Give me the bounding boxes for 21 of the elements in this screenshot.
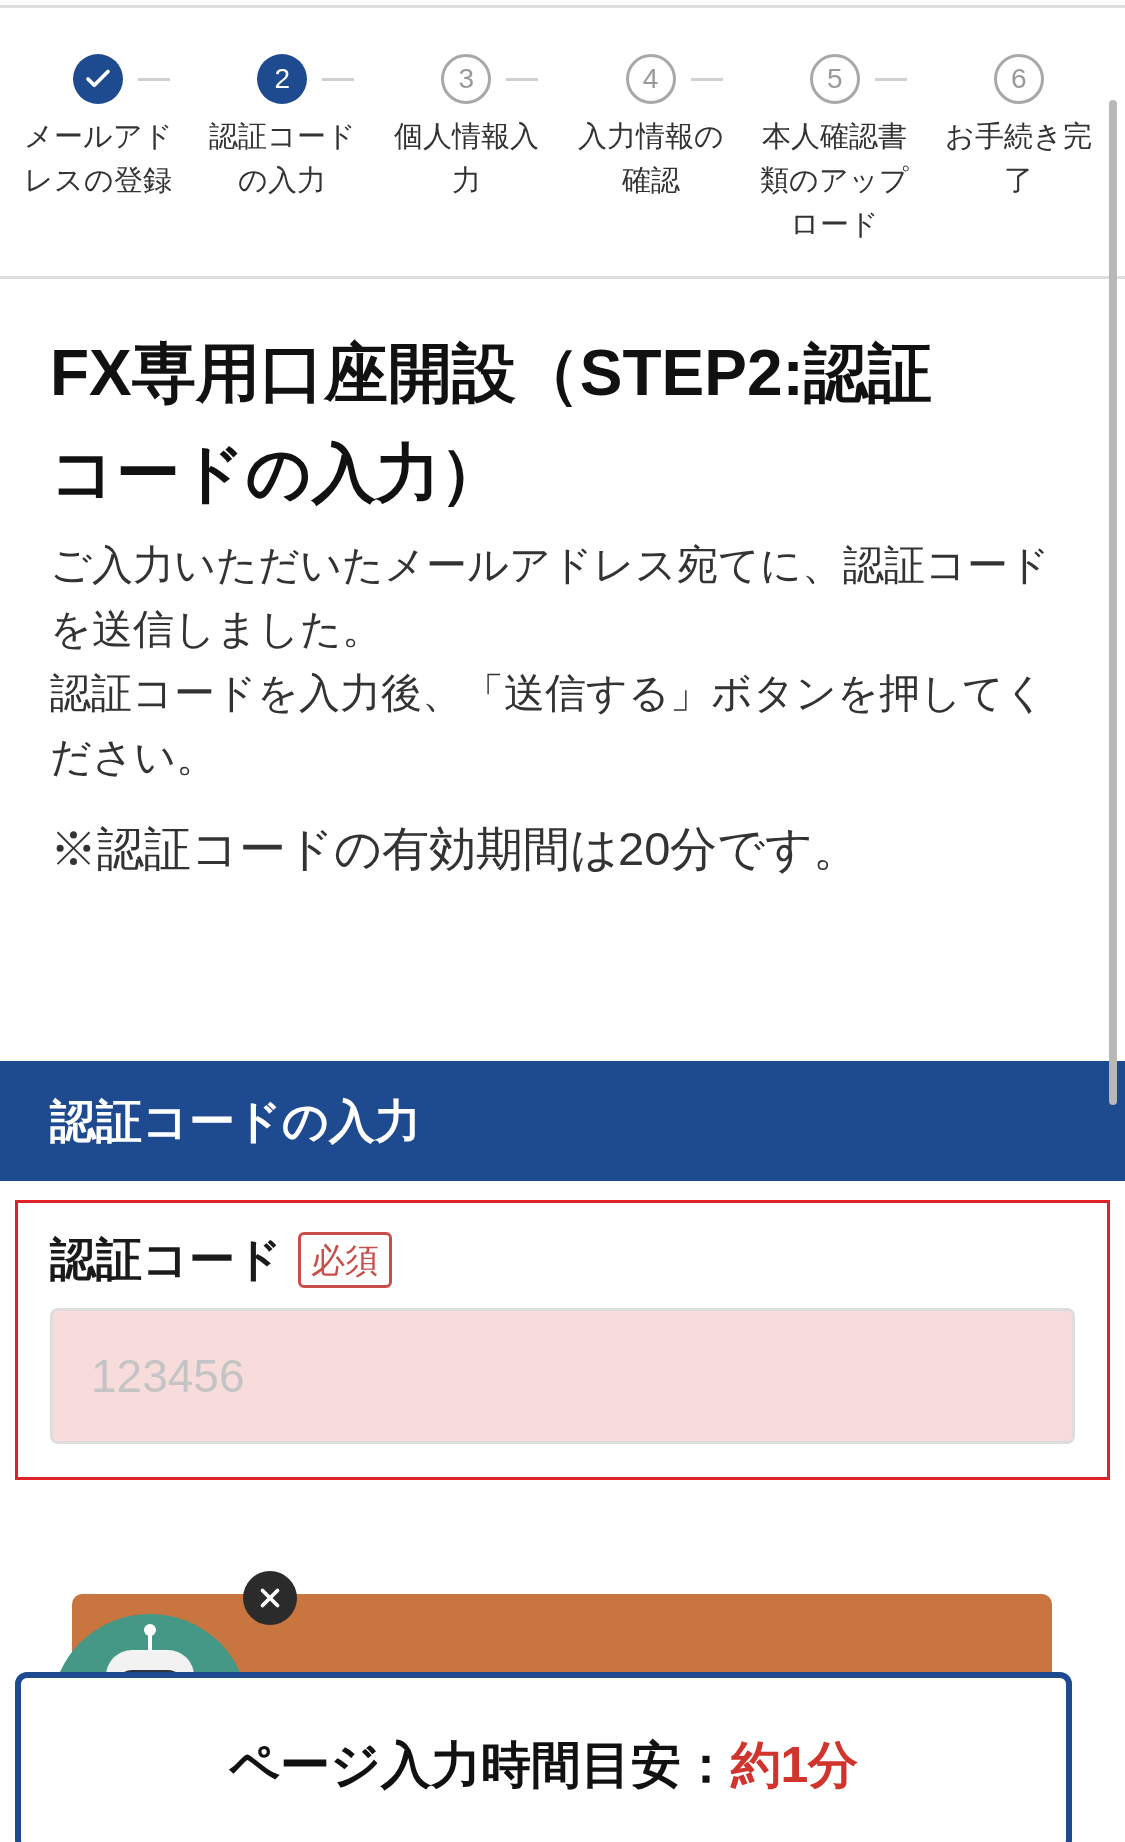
field-label: 認証コード — [50, 1232, 282, 1287]
step-label: 個人情報入力 — [392, 119, 540, 198]
step-number: 6 — [993, 54, 1044, 104]
step-label: 本人確認書類のアップロード — [759, 119, 911, 242]
section-heading: 認証コードの入力 — [50, 1093, 421, 1149]
instruction-text: ご入力いただいたメールアドレス宛てに、認証コードを送信しました。 — [50, 541, 1051, 654]
step-label: お手続き完了 — [944, 119, 1094, 198]
required-badge: 必須 — [298, 1231, 392, 1288]
step-number: 5 — [809, 54, 860, 104]
step-number: 4 — [625, 54, 676, 104]
close-toast[interactable] — [243, 1571, 297, 1625]
time-estimate-text: ページ入力時間目安：約1分 — [228, 1736, 859, 1795]
step-label: メールアドレスの登録 — [22, 119, 174, 198]
step-number: 2 — [257, 54, 308, 104]
step-number: 3 — [441, 54, 492, 104]
instruction-text: 認証コードを入力後、「送信する」ボタンを押してください。 — [50, 669, 1047, 782]
step-label: 入力情報の確認 — [576, 119, 725, 198]
page-title: FX専用口座開設（STEP2:認証コードの入力） — [50, 336, 933, 511]
step-label: 認証コードの入力 — [207, 119, 357, 198]
scrollbar[interactable] — [1109, 100, 1117, 1105]
validity-note: ※認証コードの有効期間は20分です。 — [50, 821, 862, 877]
